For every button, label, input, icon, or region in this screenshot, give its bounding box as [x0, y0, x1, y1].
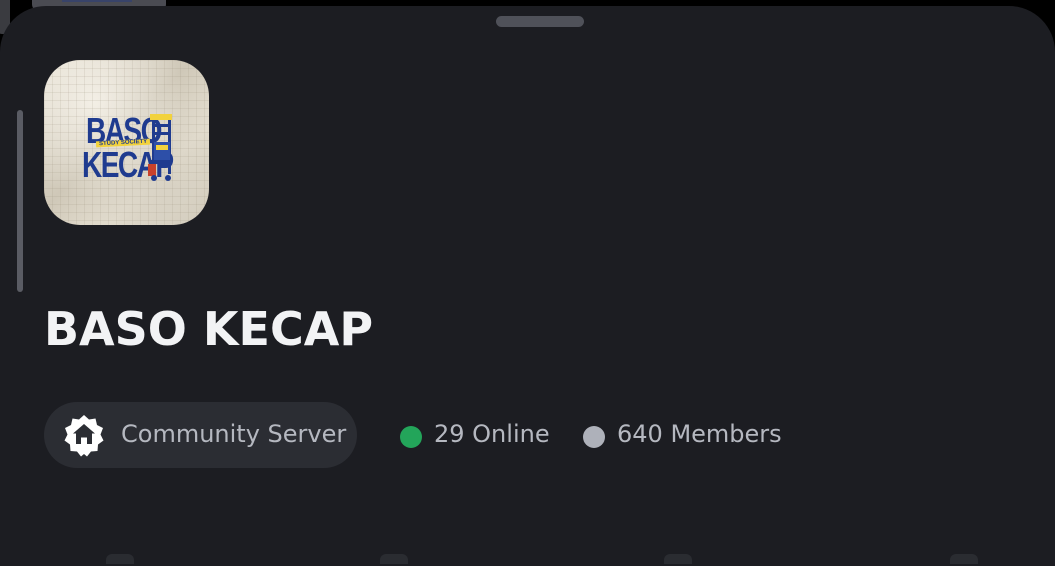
members-status-dot [583, 426, 605, 448]
next-row-hint [106, 554, 134, 564]
home-badge-icon [64, 415, 104, 457]
online-count: 29 Online [434, 420, 550, 448]
server-info-sheet: BASO STUDY SOCIETY KECAP BASO KECAP Comm… [0, 6, 1055, 566]
server-name: BASO KECAP [44, 302, 374, 356]
server-icon[interactable]: BASO STUDY SOCIETY KECAP [44, 60, 209, 225]
scrollbar[interactable] [17, 110, 23, 292]
next-row-hint [380, 554, 408, 564]
next-row-hint [664, 554, 692, 564]
community-server-badge[interactable]: Community Server [44, 402, 357, 468]
community-server-label: Community Server [121, 420, 347, 448]
member-count: 640 Members [617, 420, 782, 448]
next-row-hint [950, 554, 978, 564]
online-status-dot [400, 426, 422, 448]
food-cart-icon [148, 114, 172, 181]
sheet-drag-handle[interactable] [496, 16, 584, 27]
